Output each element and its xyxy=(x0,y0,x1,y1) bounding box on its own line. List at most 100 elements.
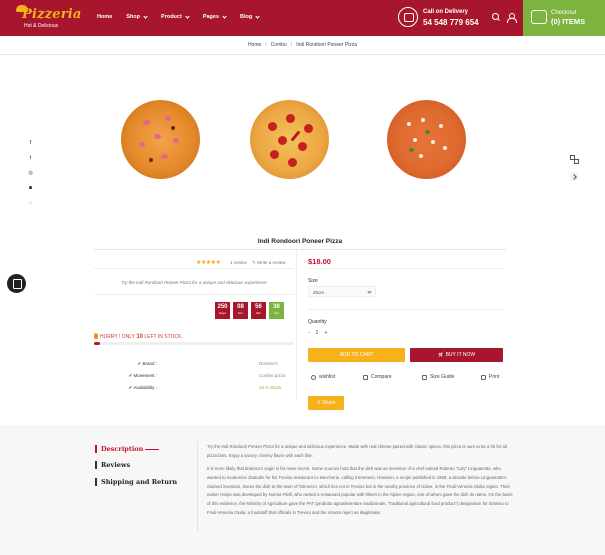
countdown-hours: 08 Hrs xyxy=(233,302,248,319)
share-button[interactable]: ⇪ Share xyxy=(308,396,344,410)
write-review-label: Write a review xyxy=(257,260,286,265)
nav-shop-label: Shop xyxy=(126,14,141,20)
countdown-value: 56 xyxy=(255,304,262,310)
nav-blog-label: Blog xyxy=(240,14,253,20)
meta-key: Availability : xyxy=(129,385,157,391)
size-label: Size xyxy=(308,278,318,284)
tab-shipping[interactable]: Shipping and Return xyxy=(95,478,177,486)
description-paragraph-2: It is more likely that tiramisu's origin… xyxy=(207,466,513,515)
logo-subtitle: Hot & Delicious xyxy=(24,23,59,29)
instagram-icon[interactable]: ◙ xyxy=(26,184,35,193)
compare-button[interactable]: Compare xyxy=(363,374,392,380)
stock-progress-bar xyxy=(94,342,294,345)
twitter-icon[interactable]: t xyxy=(26,154,35,163)
rating-stars: ★★★★★ xyxy=(196,260,221,266)
nav-home[interactable]: Home xyxy=(97,14,112,20)
quantity-minus-button[interactable]: - xyxy=(308,330,310,336)
breadcrumb-separator: / xyxy=(265,42,267,48)
meta-movement: Movement : Combo pizza xyxy=(94,373,294,383)
stock-progress-fill xyxy=(94,342,100,345)
phone-icon xyxy=(398,7,418,27)
next-arrow-icon[interactable] xyxy=(570,172,579,181)
meta-brand: Brand : Domino's xyxy=(94,361,294,371)
divider xyxy=(308,309,504,310)
wishlist-label: wishlist xyxy=(319,374,336,380)
tab-reviews[interactable]: Reviews xyxy=(95,461,130,469)
breadcrumb-separator: / xyxy=(290,42,293,48)
countdown-unit: Sec xyxy=(273,311,280,315)
breadcrumb-home[interactable]: Home xyxy=(248,42,261,48)
delivery-contact[interactable]: Call on Delivery 54 548 779 654 xyxy=(398,6,498,30)
countdown-days: 250 Days xyxy=(215,302,230,319)
checkout-label: Checkout xyxy=(551,10,577,16)
nav-blog[interactable]: Blog xyxy=(240,13,260,20)
countdown-value: 36 xyxy=(273,304,280,310)
quantity-plus-button[interactable]: + xyxy=(324,330,327,336)
countdown-unit: Hrs xyxy=(238,311,243,315)
breadcrumb-combo[interactable]: Combo xyxy=(271,42,287,48)
stock-count: 10 xyxy=(136,334,143,340)
ruler-icon xyxy=(422,374,427,380)
facebook-icon[interactable]: f xyxy=(26,139,35,148)
countdown-seconds: 36 Sec xyxy=(269,302,284,319)
wishlist-button[interactable]: wishlist xyxy=(311,374,335,380)
tab-description[interactable]: Description xyxy=(95,445,143,453)
stock-prefix: HURRY ! ONLY xyxy=(100,334,135,340)
nav-pages-label: Pages xyxy=(202,14,220,20)
shopping-bag-icon[interactable] xyxy=(7,274,26,293)
print-button[interactable]: Print xyxy=(481,374,499,380)
review-count[interactable]: 1 review xyxy=(230,260,247,265)
chevron-down-icon xyxy=(255,13,260,19)
buy-now-label: BUY IT NOW xyxy=(445,352,476,358)
product-image-3[interactable] xyxy=(387,100,466,179)
nav-home-label: Home xyxy=(97,14,113,20)
quantity-value[interactable]: 1 xyxy=(316,330,319,336)
size-select[interactable]: 25cm xyxy=(308,286,376,297)
countdown-value: 250 xyxy=(217,304,228,310)
delivery-label: Call on Delivery xyxy=(423,9,469,15)
countdown-unit: Days xyxy=(219,311,226,315)
whatsapp-icon[interactable]: ◌ xyxy=(26,199,35,208)
nav-pages[interactable]: Pages xyxy=(202,13,227,20)
search-icon[interactable] xyxy=(492,13,501,22)
meta-availability: Availability : 10 In Stock xyxy=(94,385,294,395)
divider xyxy=(308,268,504,269)
meta-value: 10 In Stock xyxy=(259,385,282,390)
nav-product[interactable]: Product xyxy=(161,13,190,20)
chevron-down-icon xyxy=(222,13,227,19)
buy-now-button[interactable]: 🛒︎ BUY IT NOW xyxy=(410,348,503,362)
quantity-stepper: - 1 + xyxy=(308,330,327,336)
stock-suffix: LEFT IN STOCK. xyxy=(144,334,183,340)
product-image-1[interactable] xyxy=(121,100,200,179)
site-header: Pizzeria Hot & Delicious Home Shop Produ… xyxy=(0,0,605,36)
meta-key: Movement : xyxy=(128,373,157,379)
site-logo[interactable]: Pizzeria Hot & Delicious xyxy=(14,3,81,33)
product-image-2[interactable] xyxy=(250,100,329,179)
share-label: Share xyxy=(322,400,336,406)
active-tab-indicator xyxy=(145,449,159,450)
checkout-button[interactable]: Checkout (0) ITEMS xyxy=(523,0,605,36)
countdown-minutes: 56 Min xyxy=(251,302,266,319)
chevron-down-icon xyxy=(185,13,190,19)
checkout-items: (0) ITEMS xyxy=(551,17,586,26)
divider xyxy=(94,294,294,295)
countdown-unit: Min xyxy=(256,311,261,315)
user-icon[interactable] xyxy=(507,13,517,23)
product-price: $18.00 xyxy=(308,257,331,266)
write-review-link[interactable]: ✎ Write a review xyxy=(252,260,285,266)
nav-shop[interactable]: Shop xyxy=(126,13,148,20)
printer-icon xyxy=(481,374,486,380)
chevron-down-icon xyxy=(143,13,148,19)
size-guide-button[interactable]: Size Guide xyxy=(422,374,454,380)
divider xyxy=(94,268,294,269)
breadcrumb: Home / Combo / Indi Rondoori Poneer Pizz… xyxy=(0,36,605,55)
gallery-grid-icon[interactable] xyxy=(570,155,579,164)
add-to-cart-button[interactable]: ADD TO CART xyxy=(308,348,405,362)
tab-divider xyxy=(197,441,198,531)
meta-value: Domino's xyxy=(259,361,278,366)
dribbble-icon[interactable]: ◎ xyxy=(26,169,35,178)
countdown-value: 08 xyxy=(237,304,244,310)
description-paragraph-1: Try the Indi Rondoori Poneer Pizza for a… xyxy=(207,444,507,458)
countdown-timer: 250 Days 08 Hrs 56 Min 36 Sec xyxy=(215,302,284,319)
quantity-label: Quantity xyxy=(308,319,327,325)
